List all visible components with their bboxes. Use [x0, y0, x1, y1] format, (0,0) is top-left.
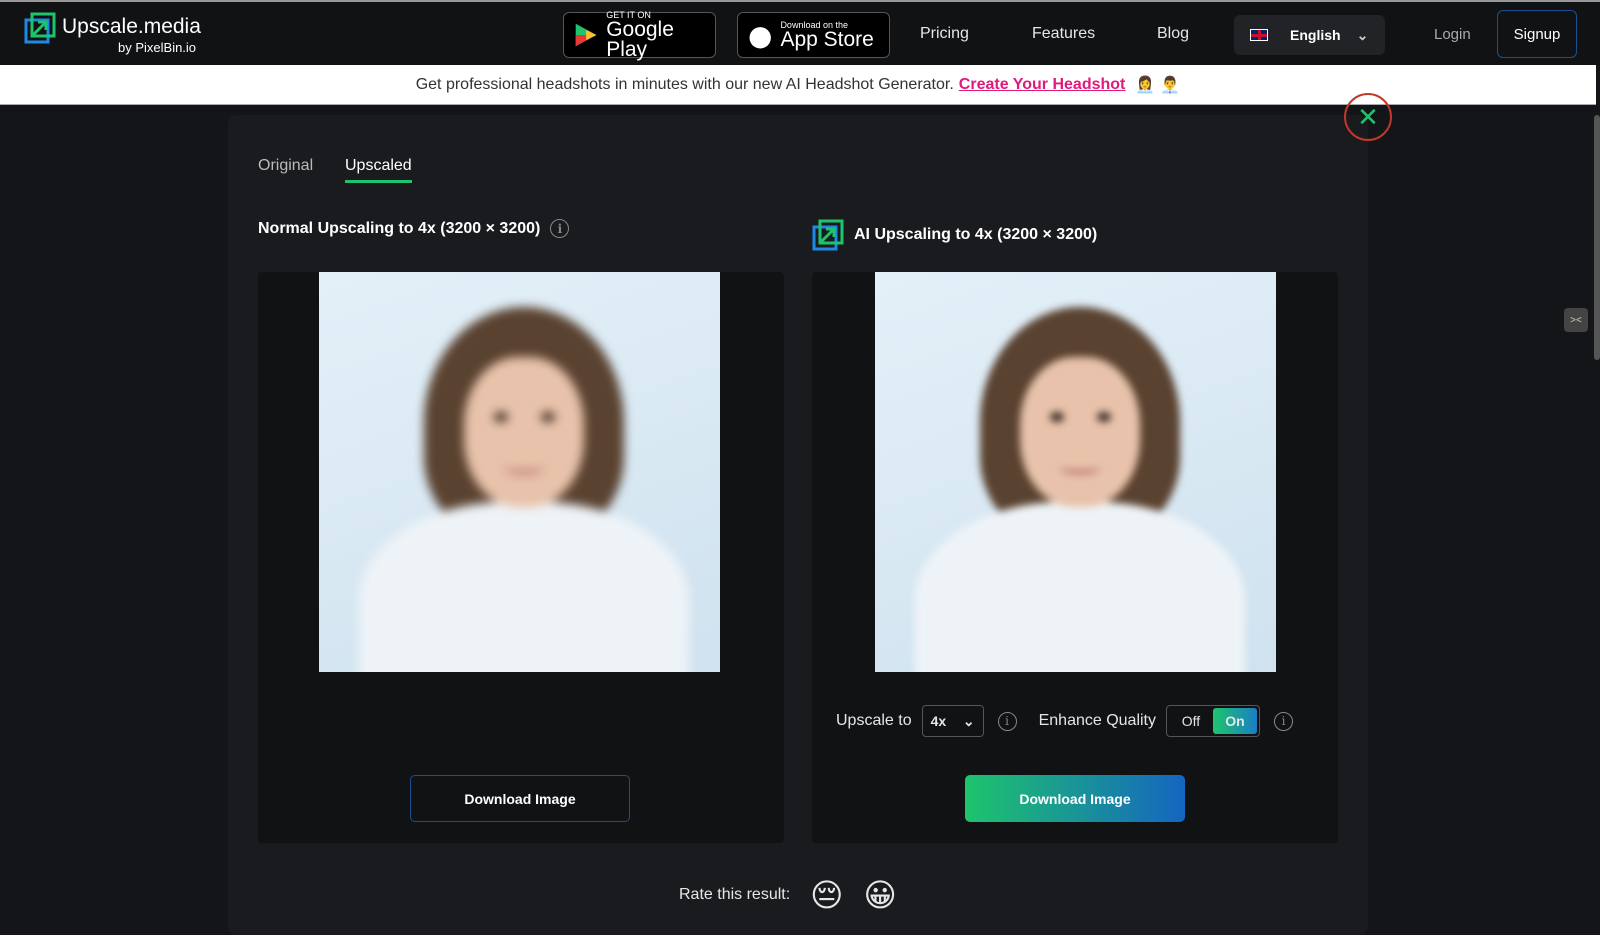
happy-face-icon[interactable]: 😀	[864, 876, 897, 914]
info-icon[interactable]: i	[1274, 711, 1293, 731]
upscale-controls: Upscale to 4x ⌄ i Enhance Quality Off On …	[836, 705, 1293, 737]
app-store-button[interactable]: ● Download on the App Store	[737, 12, 890, 58]
app-store-big: App Store	[780, 28, 874, 51]
normal-download-button[interactable]: Download Image	[410, 775, 630, 822]
close-icon[interactable]: ✕	[1344, 93, 1392, 141]
logo-name: Upscale.media	[62, 15, 201, 38]
rate-label: Rate this result:	[679, 886, 791, 903]
language-label: English	[1290, 27, 1341, 43]
google-play-icon	[575, 23, 597, 47]
sad-face-icon[interactable]: 😔	[810, 876, 843, 914]
nav-blog[interactable]: Blog	[1157, 25, 1189, 43]
uk-flag-icon	[1250, 29, 1268, 41]
enhance-label: Enhance Quality	[1038, 712, 1156, 729]
toggle-off[interactable]: Off	[1169, 708, 1213, 734]
upscale-logo-icon	[812, 219, 844, 251]
upscale-label: Upscale to	[836, 712, 912, 729]
google-play-button[interactable]: GET IT ON Google Play	[563, 10, 716, 61]
info-icon[interactable]: i	[550, 219, 570, 238]
chevron-down-icon: ⌄	[1356, 26, 1369, 43]
ai-download-button[interactable]: Download Image	[965, 775, 1185, 822]
nav-pricing[interactable]: Pricing	[920, 25, 969, 43]
login-link[interactable]: Login	[1434, 26, 1471, 43]
headshot-people-icon: 👩‍💼 👨‍💼	[1135, 75, 1181, 94]
tab-upscaled[interactable]: Upscaled	[345, 157, 412, 183]
google-play-big: Google Play	[606, 18, 674, 61]
upscale-value: 4x	[930, 713, 947, 729]
signup-button[interactable]: Signup	[1497, 10, 1577, 58]
ai-upscale-title: AI Upscaling to 4x (3200 × 3200)	[812, 219, 1097, 251]
header: Upscale.media by PixelBin.io GET IT ON Go…	[0, 0, 1600, 65]
ai-title-text: AI Upscaling to 4x (3200 × 3200)	[854, 226, 1098, 243]
normal-upscale-title: Normal Upscaling to 4x (3200 × 3200) i	[258, 219, 570, 238]
info-icon[interactable]: i	[997, 711, 1017, 731]
chevron-down-icon: ⌄	[962, 712, 975, 729]
ai-upscaled-image	[875, 272, 1276, 672]
rate-result: Rate this result: 😔 😀	[679, 876, 897, 914]
normal-title-text: Normal Upscaling to 4x (3200 × 3200)	[258, 219, 541, 237]
banner-text: Get professional headshots in minutes wi…	[415, 75, 954, 93]
ai-image-panel	[812, 272, 1338, 843]
upscale-logo-icon	[24, 12, 56, 44]
apple-icon: ●	[748, 18, 773, 52]
create-headshot-link[interactable]: Create Your Headshot	[959, 76, 1126, 94]
enhance-quality-toggle[interactable]: Off On	[1166, 705, 1260, 737]
toggle-on[interactable]: On	[1213, 708, 1257, 734]
nav-features[interactable]: Features	[1032, 25, 1095, 43]
normal-image-panel	[258, 272, 784, 843]
normal-upscaled-image	[319, 272, 720, 672]
side-widget-icon[interactable]: ><	[1564, 308, 1588, 332]
scrollbar[interactable]	[1594, 115, 1600, 360]
logo-byline: by PixelBin.io	[118, 40, 197, 55]
language-select[interactable]: English ⌄	[1234, 15, 1385, 55]
logo[interactable]: Upscale.media by PixelBin.io	[24, 12, 201, 55]
upscale-select[interactable]: 4x ⌄	[921, 705, 984, 737]
tab-original[interactable]: Original	[258, 157, 313, 175]
